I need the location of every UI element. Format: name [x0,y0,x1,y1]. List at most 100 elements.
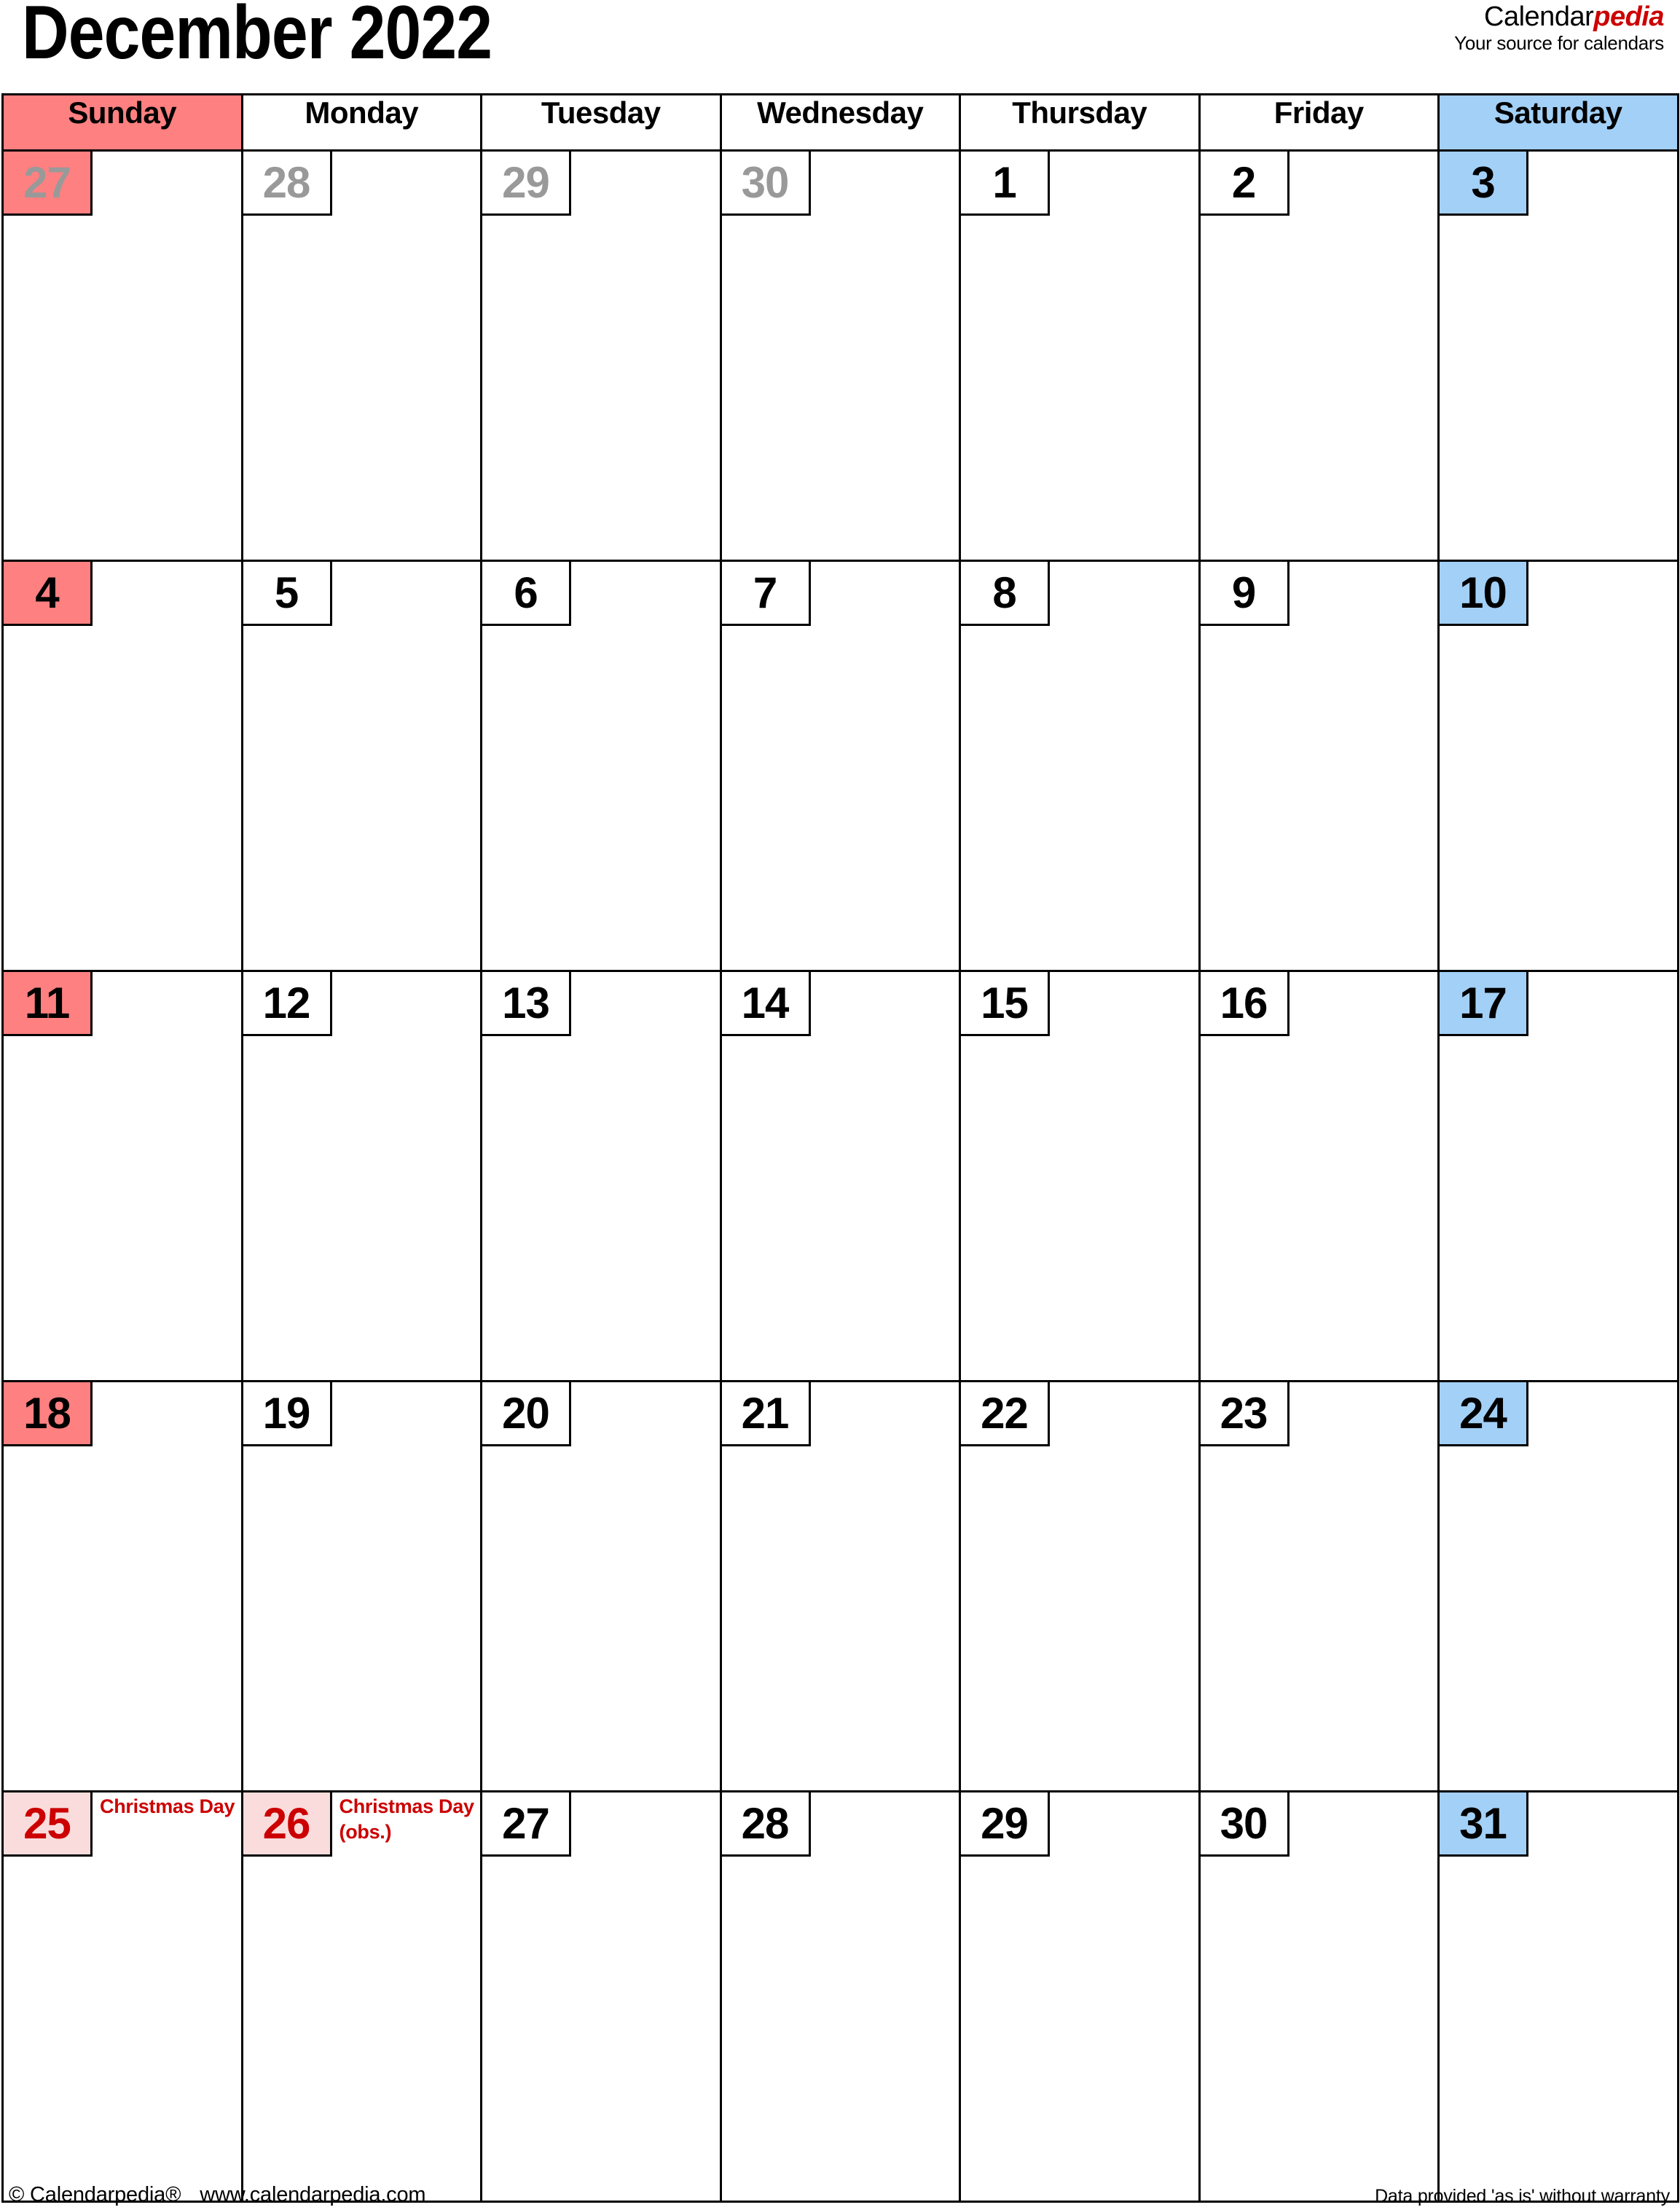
day-cell[interactable]: 2 [1198,149,1440,562]
day-cell[interactable]: 3 [1437,149,1679,562]
day-cell[interactable]: 19 [240,1380,482,1792]
day-cell[interactable]: 31 [1437,1790,1679,2203]
day-number-box: 27 [4,152,93,216]
day-cell[interactable]: 29 [480,149,722,562]
weekday-header-saturday: Saturday [1437,93,1679,152]
day-cell[interactable]: 24 [1437,1380,1679,1792]
day-cell[interactable]: 29 [959,1790,1201,2203]
day-cell[interactable]: 27 [480,1790,722,2203]
day-number: 26 [262,1799,311,1848]
day-number-box: 10 [1440,562,1528,626]
day-number-box: 23 [1200,1382,1290,1446]
day-number-box: 14 [721,972,811,1036]
day-number: 13 [502,979,550,1027]
brand-name-accent: pedia [1593,1,1664,32]
day-cell[interactable]: 10 [1437,560,1679,972]
day-number: 14 [741,979,790,1027]
brand-name-plain: Calendar [1484,1,1594,32]
day-number: 11 [24,979,70,1027]
day-number-box: 29 [961,1792,1050,1857]
day-number-box: 20 [482,1382,571,1446]
day-number: 7 [753,568,777,617]
calendar-page: December 2022 Calendarpedia Your source … [0,0,1680,2210]
day-cell[interactable]: 12 [240,970,482,1382]
day-number: 5 [274,568,299,617]
day-number: 1 [992,158,1016,207]
day-number: 30 [1220,1799,1268,1848]
day-cell[interactable]: 4 [1,560,243,972]
day-cell[interactable]: 15 [959,970,1201,1382]
day-cell[interactable]: 17 [1437,970,1679,1382]
day-cell[interactable]: 18 [1,1380,243,1792]
day-cell[interactable]: 5 [240,560,482,972]
day-number: 22 [981,1389,1029,1438]
day-number-box: 30 [721,152,811,216]
day-number-box: 9 [1200,562,1290,626]
day-cell[interactable]: 14 [719,970,961,1382]
day-number-box: 18 [4,1382,93,1446]
day-number-box: 5 [243,562,332,626]
page-footer: © Calendarpedia® www.calendarpedia.com Da… [0,2183,1680,2210]
day-cell[interactable]: 26 Christmas Day (obs.) [240,1790,482,2203]
day-cell[interactable]: 21 [719,1380,961,1792]
website-link[interactable]: www.calendarpedia.com [200,2183,425,2206]
day-number-box: 28 [721,1792,811,1857]
day-number-box: 19 [243,1382,332,1446]
page-header: December 2022 Calendarpedia Your source … [0,0,1680,93]
day-number-box: 22 [961,1382,1050,1446]
day-number: 23 [1220,1389,1268,1438]
day-number: 30 [741,158,790,207]
day-cell[interactable]: 8 [959,560,1201,972]
day-number: 25 [23,1799,71,1848]
day-cell[interactable]: 6 [480,560,722,972]
day-number-box: 29 [482,152,571,216]
day-number-box: 26 [243,1792,332,1857]
day-cell[interactable]: 30 [1198,1790,1440,2203]
day-cell[interactable]: 7 [719,560,961,972]
day-cell[interactable]: 27 [1,149,243,562]
weekday-header-wednesday: Wednesday [719,93,961,152]
day-number-box: 11 [4,972,93,1036]
day-number: 2 [1231,158,1256,207]
day-cell[interactable]: 28 [240,149,482,562]
day-cell[interactable]: 23 [1198,1380,1440,1792]
day-cell[interactable]: 1 [959,149,1201,562]
day-cell[interactable]: 22 [959,1380,1201,1792]
day-cell[interactable]: 13 [480,970,722,1382]
day-events: Christmas Day [100,1794,235,1819]
footer-copyright-line: © Calendarpedia® www.calendarpedia.com [9,2183,426,2207]
day-number-box: 2 [1200,152,1290,216]
brand-logo: Calendarpedia Your source for calendars [1454,3,1664,52]
day-number-box: 8 [961,562,1050,626]
day-cell[interactable]: 28 [719,1790,961,2203]
day-number-box: 17 [1440,972,1528,1036]
footer-disclaimer: Data provided 'as is' without warranty [1375,2186,1670,2206]
day-number: 3 [1471,158,1495,207]
day-number: 12 [262,979,311,1027]
day-cell[interactable]: 30 [719,149,961,562]
weekday-header-monday: Monday [240,93,482,152]
calendar-week-row: 18 19 20 21 22 23 24 [1,1380,1679,1792]
day-number-box: 15 [961,972,1050,1036]
day-number-box: 27 [482,1792,571,1857]
brand-name: Calendarpedia [1454,3,1664,31]
day-number-box: 12 [243,972,332,1036]
day-cell[interactable]: 9 [1198,560,1440,972]
day-number: 29 [981,1799,1029,1848]
day-number: 28 [262,158,311,207]
day-number: 4 [35,568,59,617]
day-cell[interactable]: 20 [480,1380,722,1792]
day-number-box: 3 [1440,152,1528,216]
day-cell[interactable]: 11 [1,970,243,1382]
day-cell[interactable]: 16 [1198,970,1440,1382]
calendar-grid: Sunday Monday Tuesday Wednesday Thursday Frid… [1,93,1679,2203]
day-number: 28 [741,1799,790,1848]
day-cell[interactable]: 25 Christmas Day [1,1790,243,2203]
day-number: 29 [502,158,550,207]
day-number-box: 13 [482,972,571,1036]
day-number: 27 [502,1799,550,1848]
day-number: 9 [1231,568,1256,617]
day-number-box: 24 [1440,1382,1528,1446]
day-number: 15 [981,979,1029,1027]
day-number-box: 31 [1440,1792,1528,1857]
